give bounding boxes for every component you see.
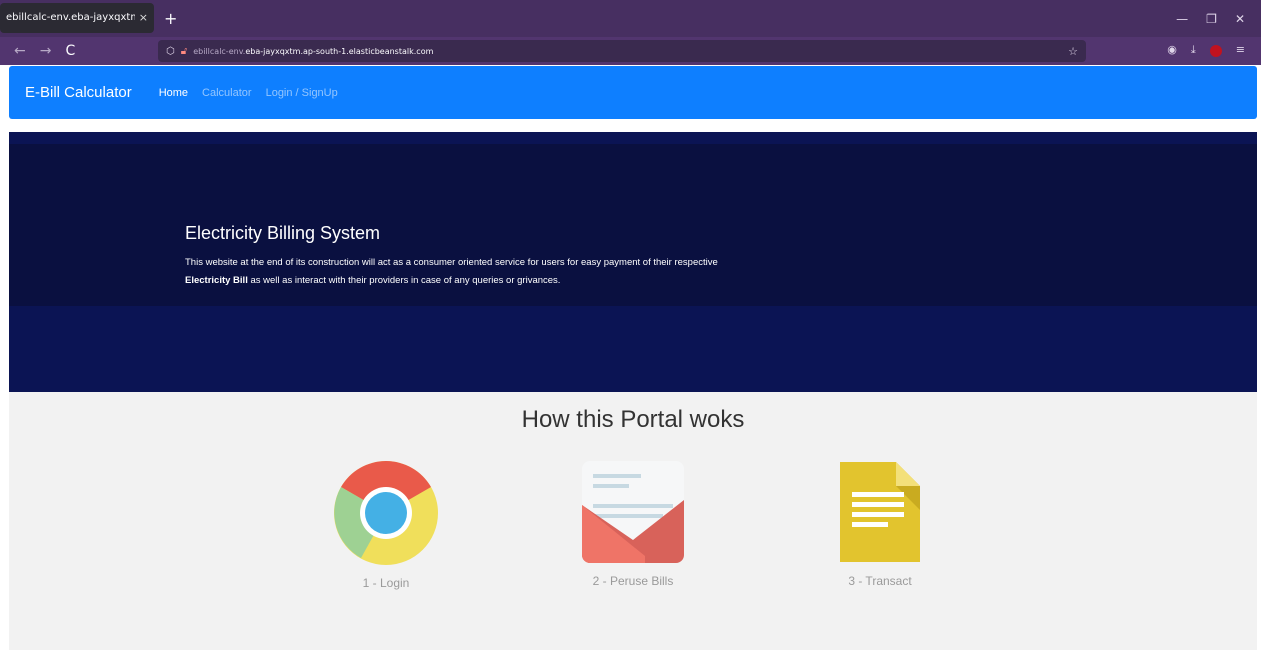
- restore-icon[interactable]: ❐: [1206, 12, 1217, 26]
- step-peruse-bills: 2 - Peruse Bills: [553, 460, 713, 588]
- step-transact: 3 - Transact: [800, 460, 960, 588]
- bookmark-star-icon[interactable]: ☆: [1068, 45, 1078, 58]
- step-login: 1 - Login: [306, 460, 466, 590]
- hero-section: Electricity Billing System This website …: [9, 132, 1257, 392]
- tab-close-icon[interactable]: ×: [139, 11, 148, 24]
- nav-calculator[interactable]: Calculator: [202, 87, 252, 99]
- reload-icon[interactable]: C: [65, 43, 75, 59]
- download-icon[interactable]: ⤓: [1191, 43, 1196, 57]
- step-label: 2 - Peruse Bills: [592, 574, 674, 588]
- step-label: 3 - Transact: [848, 574, 912, 588]
- close-window-icon[interactable]: ✕: [1235, 12, 1245, 26]
- url-bar[interactable]: ⬡ 🔓︎ ebillcalc-env.eba-jayxqxtm.ap-south…: [158, 40, 1086, 62]
- url-text[interactable]: ebillcalc-env.eba-jayxqxtm.ap-south-1.el…: [193, 47, 433, 56]
- toolbar-right: ◉ ⤓ ≡: [1167, 43, 1245, 57]
- ublock-icon[interactable]: [1209, 45, 1222, 57]
- shield-icon[interactable]: ⬡: [166, 46, 175, 57]
- tab-title: ebillcalc-env.eba-jayxqxtm.ap-south-1.el…: [6, 12, 135, 23]
- hero-title: Electricity Billing System: [185, 223, 381, 243]
- nav-login-signup[interactable]: Login / SignUp: [266, 87, 338, 99]
- minimize-icon[interactable]: —: [1176, 12, 1188, 26]
- browser-tab-bar: ebillcalc-env.eba-jayxqxtm.ap-south-1.el…: [0, 0, 1261, 37]
- pocket-icon[interactable]: ◉: [1167, 43, 1177, 57]
- nav-home[interactable]: Home: [159, 87, 188, 99]
- page-viewport: E-Bill Calculator Home Calculator Login …: [0, 65, 1261, 650]
- new-tab-icon[interactable]: +: [164, 9, 177, 28]
- site-navbar: E-Bill Calculator Home Calculator Login …: [9, 66, 1257, 119]
- document-icon: [840, 462, 920, 562]
- section-title: How this Portal woks: [521, 406, 745, 433]
- mail-icon: [582, 461, 684, 563]
- menu-icon[interactable]: ≡: [1236, 43, 1245, 57]
- browser-toolbar: ← → C ⬡ 🔓︎ ebillcalc-env.eba-jayxqxtm.ap…: [0, 37, 1261, 65]
- browser-tab[interactable]: ebillcalc-env.eba-jayxqxtm.ap-south-1.el…: [0, 2, 154, 33]
- brand-link[interactable]: E-Bill Calculator: [25, 84, 132, 101]
- window-controls: — ❐ ✕: [1176, 12, 1261, 26]
- back-icon[interactable]: ←: [14, 43, 26, 59]
- hero-description: This website at the end of its construct…: [185, 257, 718, 286]
- lock-icon[interactable]: 🔓︎: [181, 46, 187, 57]
- forward-icon[interactable]: →: [40, 43, 52, 59]
- step-label: 1 - Login: [362, 576, 410, 590]
- chrome-icon: [334, 461, 438, 565]
- how-it-works-section: How this Portal woks 1 - Login 2 - Perus…: [9, 392, 1257, 650]
